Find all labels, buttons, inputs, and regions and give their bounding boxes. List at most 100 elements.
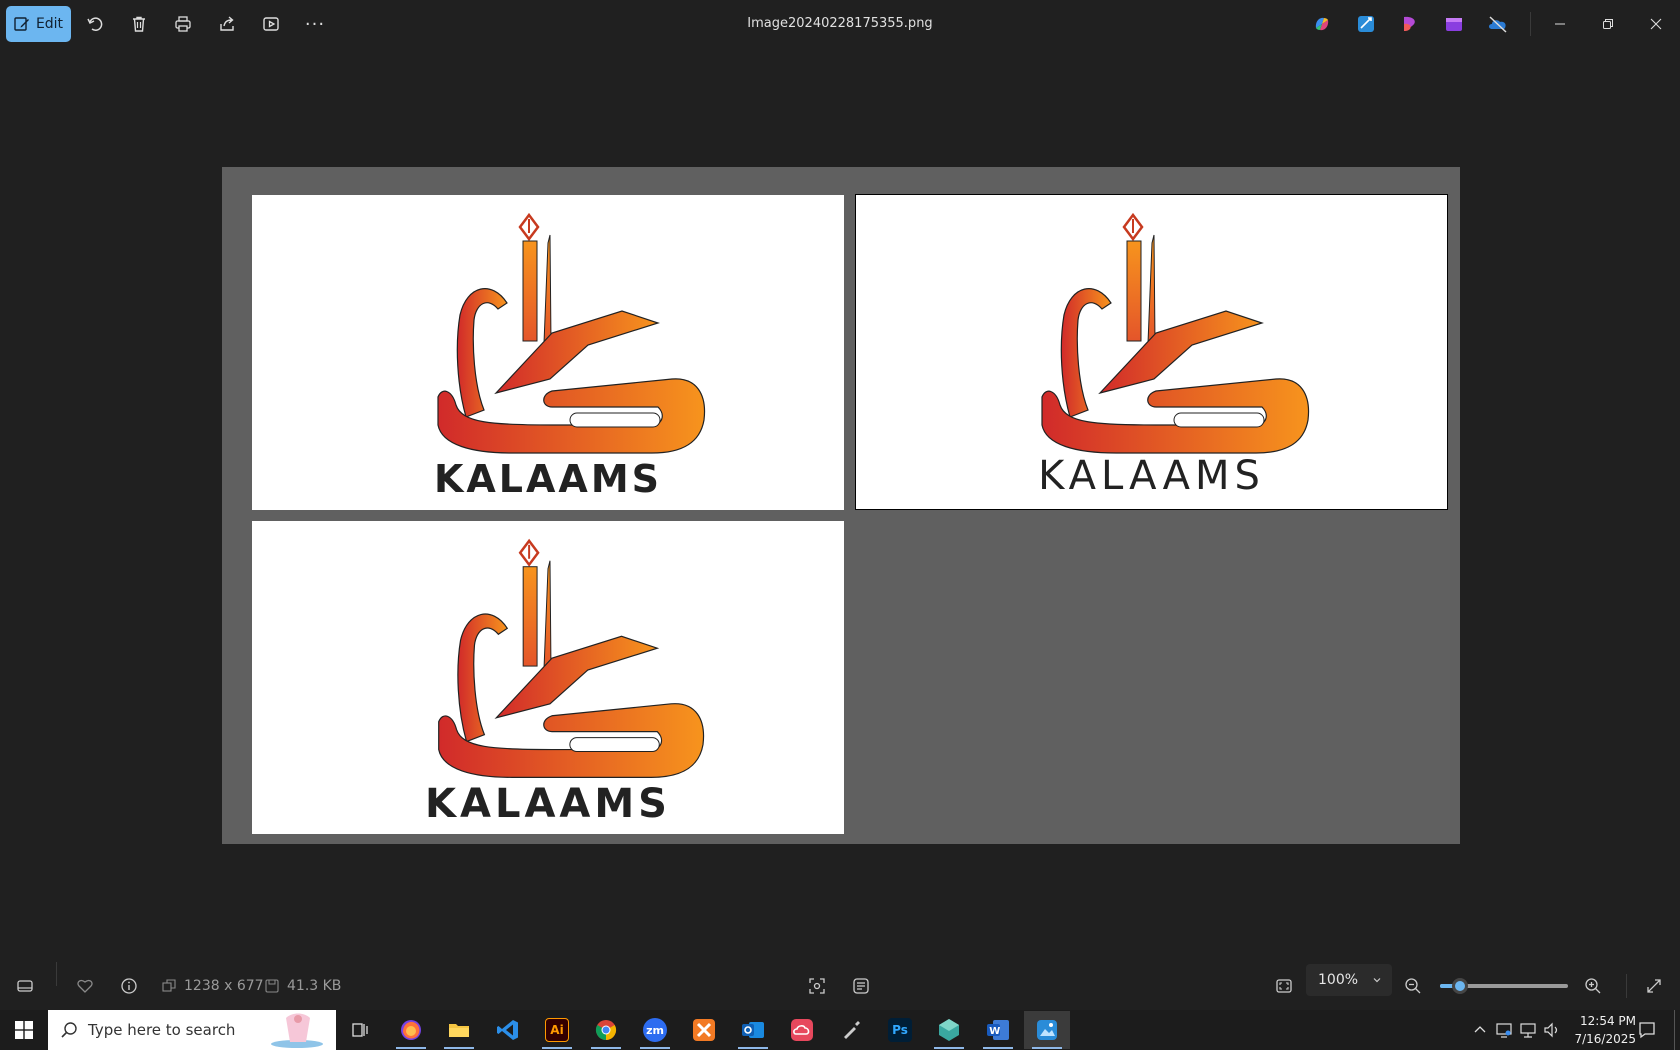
delete-button[interactable] [121,6,157,42]
minimize-button[interactable] [1536,0,1584,48]
fit-to-window-button[interactable] [1275,974,1293,998]
fit-screen-icon [1276,979,1292,993]
photoshop-icon: Ps [888,1018,912,1042]
zoom-level-text: 100% [1318,972,1359,988]
running-indicator [934,1047,964,1049]
creative-cloud-icon [791,1019,813,1041]
status-bar: 1238 x 677 41.3 KB [0,962,1680,1010]
expand-icon [1647,979,1661,993]
print-button[interactable] [165,6,201,42]
svg-text:W: W [989,1026,1000,1037]
share-icon [220,16,234,31]
slideshow-button[interactable] [253,6,289,42]
dimensions-text: 1238 x 677 [184,978,264,994]
file-size-text: 41.3 KB [287,978,342,994]
clipchamp-button[interactable] [1392,6,1428,42]
image-canvas: KALAAMS KALAAMS KALAAMS [222,167,1460,844]
clipchamp-icon [1404,16,1415,31]
running-indicator [1032,1047,1062,1049]
search-highlight-illustration-icon [271,1013,323,1048]
taskbar-app-creative-cloud[interactable] [779,1011,825,1049]
taskbar-app-zoom[interactable]: zm [632,1011,678,1049]
edit-button[interactable]: Edit [6,6,71,42]
running-indicator [738,1047,768,1049]
copilot-button[interactable] [1304,6,1340,42]
chevron-down-icon [1373,978,1381,983]
zoom-meetings-icon: zm [643,1018,667,1042]
taskbar-app-outlook[interactable] [730,1011,776,1049]
title-bar: Edit ··· Image20240228175355.png [0,0,1680,48]
printer-icon [175,16,191,32]
logo-tile-top-right: KALAAMS [855,194,1448,510]
full-screen-button[interactable] [1645,974,1663,998]
close-button[interactable] [1632,0,1680,48]
windows-logo-icon [15,1021,33,1039]
taskbar-app-illustrator[interactable]: Ai [534,1011,580,1049]
text-scan-button[interactable] [852,974,870,998]
taskbar-app-cursor[interactable] [926,1011,972,1049]
taskbar-app-word[interactable]: W [975,1011,1021,1049]
search-icon [61,1022,77,1038]
taskbar-app-photos[interactable] [1024,1011,1070,1049]
taskbar-app-photoshop[interactable]: Ps [877,1011,923,1049]
share-button[interactable] [209,6,245,42]
taskbar-clock[interactable]: 12:54 PM 7/16/2025 [1556,1012,1636,1048]
taskbar-search-box[interactable]: Type here to search [48,1010,336,1050]
more-options-button[interactable]: ··· [297,6,333,42]
favorite-button[interactable] [76,974,94,998]
word-icon: W [987,1020,1009,1040]
clock-time: 12:54 PM [1580,1014,1636,1028]
zoom-out-icon [1405,978,1421,994]
rotate-icon [87,17,103,31]
file-info-button[interactable] [120,974,138,998]
monitor-settings-icon [1496,1023,1512,1038]
photos-icon [1037,1020,1057,1040]
notifications-button[interactable] [1626,1011,1668,1049]
logo-tile-bottom-left: KALAAMS [252,521,844,834]
task-view-button[interactable] [337,1011,383,1049]
task-view-icon [352,1023,368,1037]
brand-text: KALAAMS [425,781,671,827]
zoom-in-icon [1585,978,1601,994]
start-button[interactable] [0,1011,48,1049]
running-indicator [983,1047,1013,1049]
taskbar-app-vscode[interactable] [485,1011,531,1049]
tray-network-icon[interactable] [1516,1011,1540,1049]
zoom-out-button[interactable] [1404,974,1422,998]
taskbar-app-xampp[interactable] [681,1011,727,1049]
close-icon [1650,18,1662,30]
filmstrip-button[interactable] [16,974,34,998]
restore-button[interactable] [1584,0,1632,48]
hexagon-app-icon [939,1019,959,1041]
heart-icon [77,979,93,993]
illustrator-icon: Ai [545,1018,569,1042]
copilot-icon [1315,17,1329,31]
show-desktop-button[interactable] [1674,1010,1675,1050]
zoom-level-dropdown[interactable]: 100% [1306,964,1392,996]
taskbar-app-pen-tool[interactable] [828,1011,874,1049]
vscode-icon [497,1020,518,1040]
taskbar-app-chrome[interactable] [583,1011,629,1049]
status-separator [1626,974,1627,998]
logo-tile-top-left: KALAAMS [252,195,844,510]
minimize-icon [1555,23,1565,25]
onedrive-button[interactable] [1480,6,1516,42]
running-indicator [396,1047,426,1049]
taskbar-app-firefox[interactable] [388,1011,434,1049]
taskbar-app-file-explorer[interactable] [436,1011,482,1049]
brand-text: KALAAMS [1038,453,1265,499]
xampp-icon [693,1019,715,1041]
info-icon [121,978,137,994]
designer-button[interactable] [1348,6,1384,42]
visual-search-button[interactable] [808,974,826,998]
zoom-in-button[interactable] [1584,974,1602,998]
restore-icon [1603,19,1613,29]
window-title: Image20240228175355.png [747,16,933,31]
rotate-button[interactable] [77,6,113,42]
filmstrip-icon [17,980,33,992]
running-indicator [542,1047,572,1049]
video-editor-button[interactable] [1436,6,1472,42]
trash-icon [133,16,145,32]
tray-display-icon[interactable] [1492,1011,1516,1049]
visual-search-icon [809,978,825,994]
